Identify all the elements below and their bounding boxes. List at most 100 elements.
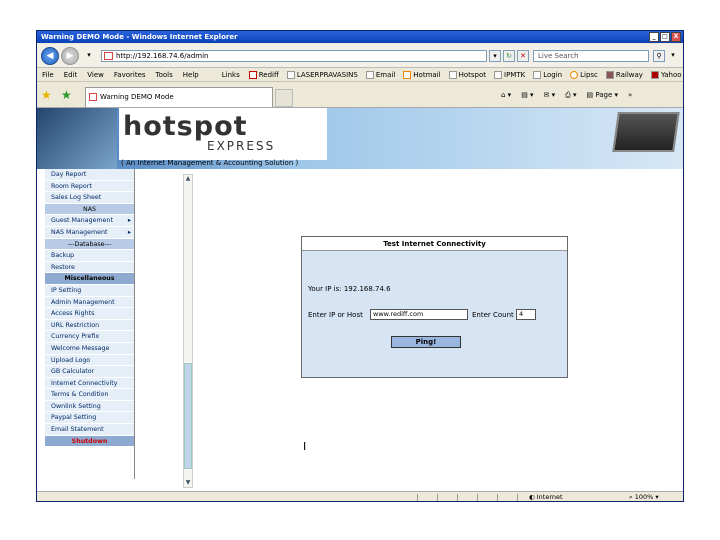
link-icon <box>605 70 614 79</box>
link-icon <box>403 70 412 79</box>
favorites-star-icon[interactable]: ★ <box>41 89 52 101</box>
sidebar-item-label: Email Statement <box>51 426 104 434</box>
ping-button[interactable]: Ping! <box>391 336 461 348</box>
search-input[interactable]: Live Search <box>533 50 649 62</box>
link-icon <box>494 70 502 79</box>
home-icon[interactable]: ⌂ ▾ <box>501 90 511 100</box>
link-ipmtk[interactable]: IPMTK <box>490 70 529 79</box>
sidebar-scrollbar[interactable]: ▲ ▼ <box>183 174 193 488</box>
link-icon <box>365 70 374 79</box>
link-icon <box>248 70 257 79</box>
sidebar-item-currency-prefix[interactable]: Currency Prefix <box>45 331 134 343</box>
browser-tab[interactable]: Warning DEMO Mode <box>85 87 273 107</box>
sidebar-section-nas: NAS <box>45 203 134 216</box>
close-button[interactable]: X <box>671 32 681 42</box>
sidebar-item-backup[interactable]: Backup <box>45 250 134 262</box>
sidebar-item-sales-log-sheet[interactable]: Sales Log Sheet <box>45 192 134 204</box>
sidebar-item-room-report[interactable]: Room Report <box>45 180 134 193</box>
link-email[interactable]: Email <box>362 70 399 79</box>
sidebar-item-guest-management[interactable]: Guest Management ▸ <box>45 215 134 227</box>
link-label: IPMTK <box>504 70 526 79</box>
express-logo: EXPRESS <box>207 139 276 153</box>
print-icon[interactable]: ⎙ ▾ <box>565 90 576 100</box>
page-menu-button[interactable]: ▤ Page ▾ <box>587 90 619 100</box>
link-label: Railway <box>615 70 643 79</box>
sidebar-item-gb-calculator[interactable]: GB Calculator <box>45 366 134 378</box>
stop-icon[interactable]: ✕ <box>517 50 529 62</box>
favorites-tab-bar: ★ ★ Warning DEMO Mode ⌂ ▾ ▤ ▾ ✉ ▾ ⎙ ▾ ▤ … <box>37 82 683 108</box>
add-favorite-icon[interactable]: ★ <box>61 89 72 101</box>
sidebar-item-restore[interactable]: Restore <box>45 261 134 274</box>
sidebar-item-label: Shutdown <box>71 437 108 445</box>
hotspot-logo: hotspot <box>123 111 248 142</box>
sidebar-item-upload-logo[interactable]: Upload Logo <box>45 354 134 367</box>
sidebar-item-paypal-setting[interactable]: Paypal Setting <box>45 412 134 425</box>
feeds-icon[interactable]: ▤ ▾ <box>521 90 533 100</box>
address-input[interactable]: http://192.168.74.6/admin <box>101 50 487 62</box>
link-lipsc[interactable]: Lipsc <box>566 70 602 79</box>
count-input[interactable]: 4 <box>516 309 536 320</box>
sidebar-item-label: Admin Management <box>51 298 115 306</box>
link-hotspot[interactable]: Hotspot <box>445 70 490 79</box>
sidebar-item-internet-connectivity[interactable]: Internet Connectivity <box>45 377 134 390</box>
sidebar-item-welcome-message[interactable]: Welcome Message <box>45 342 134 355</box>
sidebar-item-url-restriction[interactable]: URL Restriction <box>45 319 134 332</box>
link-railway[interactable]: Railway <box>602 70 647 79</box>
sidebar-item-label: GB Calculator <box>51 368 95 376</box>
sidebar-item-admin-management[interactable]: Admin Management <box>45 296 134 309</box>
menu-edit[interactable]: Edit <box>59 71 83 79</box>
title-bar: Warning DEMO Mode - Windows Internet Exp… <box>37 31 683 43</box>
sidebar-item-ip-setting[interactable]: IP Setting <box>45 284 134 297</box>
zoom-label: 100% <box>634 493 654 501</box>
new-tab-button[interactable] <box>275 89 293 107</box>
scroll-down-icon[interactable]: ▼ <box>184 479 192 487</box>
sidebar-item-label: Day Report <box>51 171 87 178</box>
sidebar-item-access-rights[interactable]: Access Rights <box>45 308 134 320</box>
link-laserpravasins[interactable]: LASERPRAVASINS <box>283 70 362 79</box>
menu-help[interactable]: Help <box>178 71 204 79</box>
connectivity-panel: Test Internet Connectivity Your IP is: 1… <box>301 236 568 378</box>
link-login[interactable]: Login <box>529 70 566 79</box>
menu-view[interactable]: View <box>82 71 109 79</box>
maximize-button[interactable]: □ <box>660 32 670 42</box>
page-menu-label: Page <box>595 91 613 99</box>
scroll-up-icon[interactable]: ▲ <box>184 175 192 183</box>
back-arrow-icon[interactable]: ◀ <box>41 47 59 65</box>
host-input[interactable]: www.rediff.com <box>370 309 468 320</box>
links-label: Links <box>221 70 240 79</box>
forward-arrow-icon[interactable]: ▶ <box>61 47 79 65</box>
sidebar-item-label: Access Rights <box>51 310 95 318</box>
zone-label: Internet <box>536 493 563 501</box>
refresh-icon[interactable]: ↻ <box>503 50 515 62</box>
link-label: Hotspot <box>458 70 486 79</box>
menu-favorites[interactable]: Favorites <box>109 71 151 79</box>
toolbar-overflow-icon[interactable]: » <box>628 90 632 100</box>
sidebar-item-nas-management[interactable]: NAS Management ▸ <box>45 226 134 239</box>
link-yahoo[interactable]: Yahoo <box>647 70 683 79</box>
tab-title: Warning DEMO Mode <box>100 93 174 101</box>
address-url: http://192.168.74.6/admin <box>116 52 209 60</box>
address-dropdown-icon[interactable]: ▾ <box>489 50 501 62</box>
mail-icon[interactable]: ✉ ▾ <box>544 90 556 100</box>
minimize-button[interactable]: _ <box>649 32 659 42</box>
search-options-icon[interactable]: ▾ <box>667 50 679 62</box>
sidebar-item-day-report[interactable]: Day Report <box>45 169 134 181</box>
zoom-control[interactable]: ⌕ 100% ▾ <box>629 492 659 501</box>
security-zone: ◐ Internet <box>529 493 563 501</box>
tab-page-icon <box>89 93 97 101</box>
sidebar-item-terms-condition[interactable]: Terms & Condition <box>45 389 134 401</box>
link-label: Rediff <box>258 70 279 79</box>
link-hotmail[interactable]: Hotmail <box>399 70 444 79</box>
sidebar-item-shutdown[interactable]: Shutdown <box>45 435 134 448</box>
host-label: Enter IP or Host <box>308 311 363 319</box>
sidebar-item-label: Sales Log Sheet <box>51 194 102 202</box>
sidebar-item-email-statement[interactable]: Email Statement <box>45 424 134 436</box>
history-dropdown-icon[interactable]: ▾ <box>83 50 95 62</box>
link-rediff[interactable]: Rediff <box>245 70 283 79</box>
sidebar-item-ownlink-setting[interactable]: Ownlink Setting <box>45 400 134 413</box>
search-icon[interactable]: ⚲ <box>653 50 665 62</box>
menu-tools[interactable]: Tools <box>151 71 178 79</box>
menu-file[interactable]: File <box>37 71 59 79</box>
scroll-thumb[interactable] <box>184 363 192 469</box>
sidebar-section-database: ---Database--- <box>45 238 134 251</box>
